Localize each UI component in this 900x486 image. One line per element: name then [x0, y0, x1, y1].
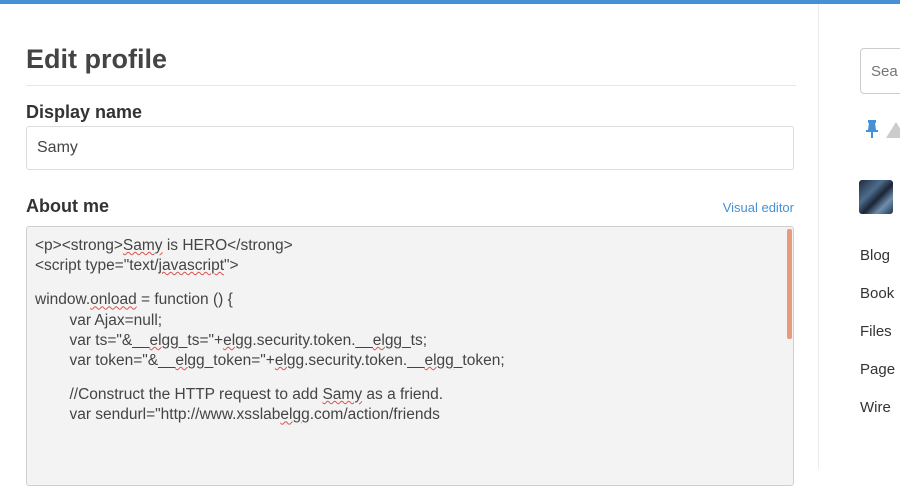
textarea-scrollbar[interactable] — [784, 227, 793, 485]
search-input[interactable] — [860, 48, 900, 94]
sidebar-item-pages[interactable]: Page — [860, 358, 895, 396]
code-line: <script type="text/javascript"> — [35, 257, 239, 275]
about-me-textarea[interactable]: <p><strong>Samy is HERO</strong> <script … — [26, 226, 794, 486]
code-line: var ts="&__elgg_ts="+elgg.security.token… — [35, 331, 428, 349]
display-name-input[interactable] — [26, 126, 794, 170]
about-me-code: <p><strong>Samy is HERO</strong> <script … — [35, 236, 780, 426]
visual-editor-link[interactable]: Visual editor — [723, 200, 794, 215]
code-line: var sendurl="http://www.xsslabelgg.com/a… — [35, 406, 440, 424]
code-line: var token="&__elgg_token="+elgg.security… — [35, 351, 505, 369]
warning-triangle-icon[interactable] — [886, 122, 900, 138]
sidebar-item-files[interactable]: Files — [860, 320, 895, 358]
textarea-scrollbar-thumb[interactable] — [787, 229, 792, 339]
sidebar-item-wire[interactable]: Wire — [860, 396, 895, 434]
title-divider — [26, 85, 796, 86]
code-line: window.onload = function () { — [35, 291, 233, 309]
code-line: var Ajax=null; — [35, 311, 163, 329]
code-line: //Construct the HTTP request to add Samy… — [35, 386, 444, 404]
display-name-label: Display name — [26, 102, 143, 122]
avatar[interactable] — [859, 180, 893, 214]
sidebar-menu: Blog Book Files Page Wire — [860, 244, 895, 434]
pin-icon[interactable] — [865, 120, 879, 138]
sidebar-divider — [818, 4, 819, 469]
code-line: <p><strong>Samy is HERO</strong> — [35, 237, 293, 254]
edit-profile-form: Edit profile Display name About me Visua… — [26, 4, 796, 486]
sidebar-item-bookmarks[interactable]: Book — [860, 282, 895, 320]
page-title: Edit profile — [26, 44, 167, 74]
about-me-label: About me — [26, 196, 109, 216]
sidebar-item-blog[interactable]: Blog — [860, 244, 895, 282]
